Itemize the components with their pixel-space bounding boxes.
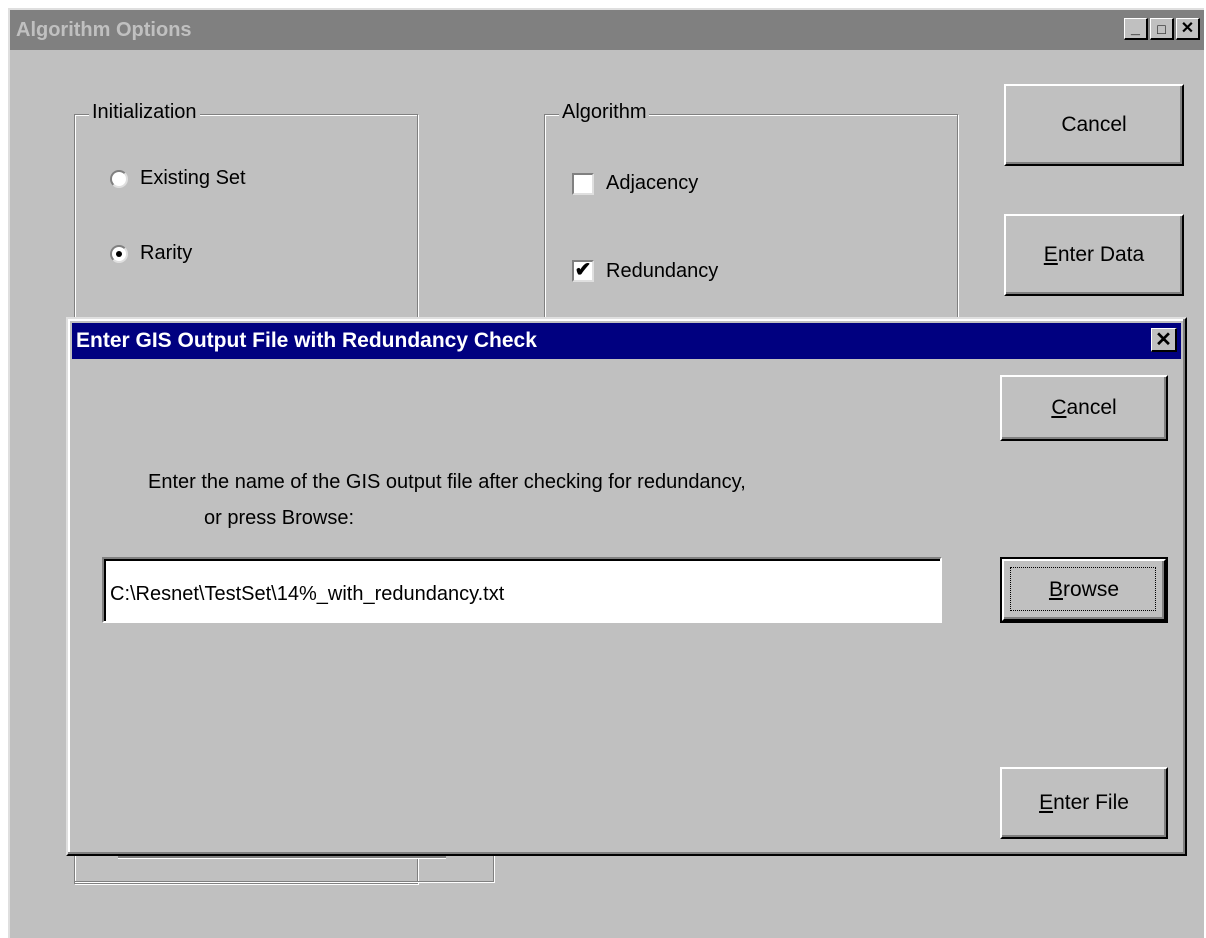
main-window-title: Algorithm Options	[16, 18, 192, 41]
checkbox-adjacency[interactable]	[572, 173, 594, 195]
enter-data-button[interactable]: Enter Data	[1004, 214, 1184, 296]
close-icon[interactable]: ✕	[1176, 18, 1200, 40]
dialog-cancel-button[interactable]: Cancel	[1000, 375, 1168, 441]
browse-button[interactable]: Browse	[1000, 557, 1168, 623]
dialog-close-icon[interactable]: ✕	[1151, 328, 1177, 352]
minimize-icon[interactable]: _	[1124, 18, 1148, 40]
prompt-line-1: Enter the name of the GIS output file af…	[148, 471, 746, 493]
main-title-bar: Algorithm Options _ □ ✕	[10, 10, 1204, 50]
enter-file-button[interactable]: Enter File	[1000, 767, 1168, 839]
prompt-line-2: or press Browse:	[204, 507, 355, 529]
gis-output-file-input[interactable]	[102, 557, 942, 623]
algorithm-group-label: Algorithm	[559, 101, 650, 124]
checkbox-redundancy-label: Redundancy	[606, 260, 719, 282]
radio-existing-set-label: Existing Set	[140, 167, 246, 189]
radio-existing-set[interactable]	[110, 170, 128, 188]
enter-gis-output-dialog: Enter GIS Output File with Redundancy Ch…	[66, 317, 1187, 856]
main-cancel-button[interactable]: Cancel	[1004, 84, 1184, 166]
hidden-field-edge	[118, 856, 446, 858]
dialog-title: Enter GIS Output File with Redundancy Ch…	[76, 329, 537, 352]
radio-rarity[interactable]	[110, 245, 128, 263]
dialog-title-bar: Enter GIS Output File with Redundancy Ch…	[72, 323, 1181, 359]
radio-rarity-label: Rarity	[140, 242, 193, 264]
initialization-group-label: Initialization	[89, 101, 200, 124]
checkbox-redundancy[interactable]: ✔	[572, 260, 594, 282]
maximize-icon[interactable]: □	[1150, 18, 1174, 40]
checkbox-adjacency-label: Adjacency	[606, 172, 699, 194]
